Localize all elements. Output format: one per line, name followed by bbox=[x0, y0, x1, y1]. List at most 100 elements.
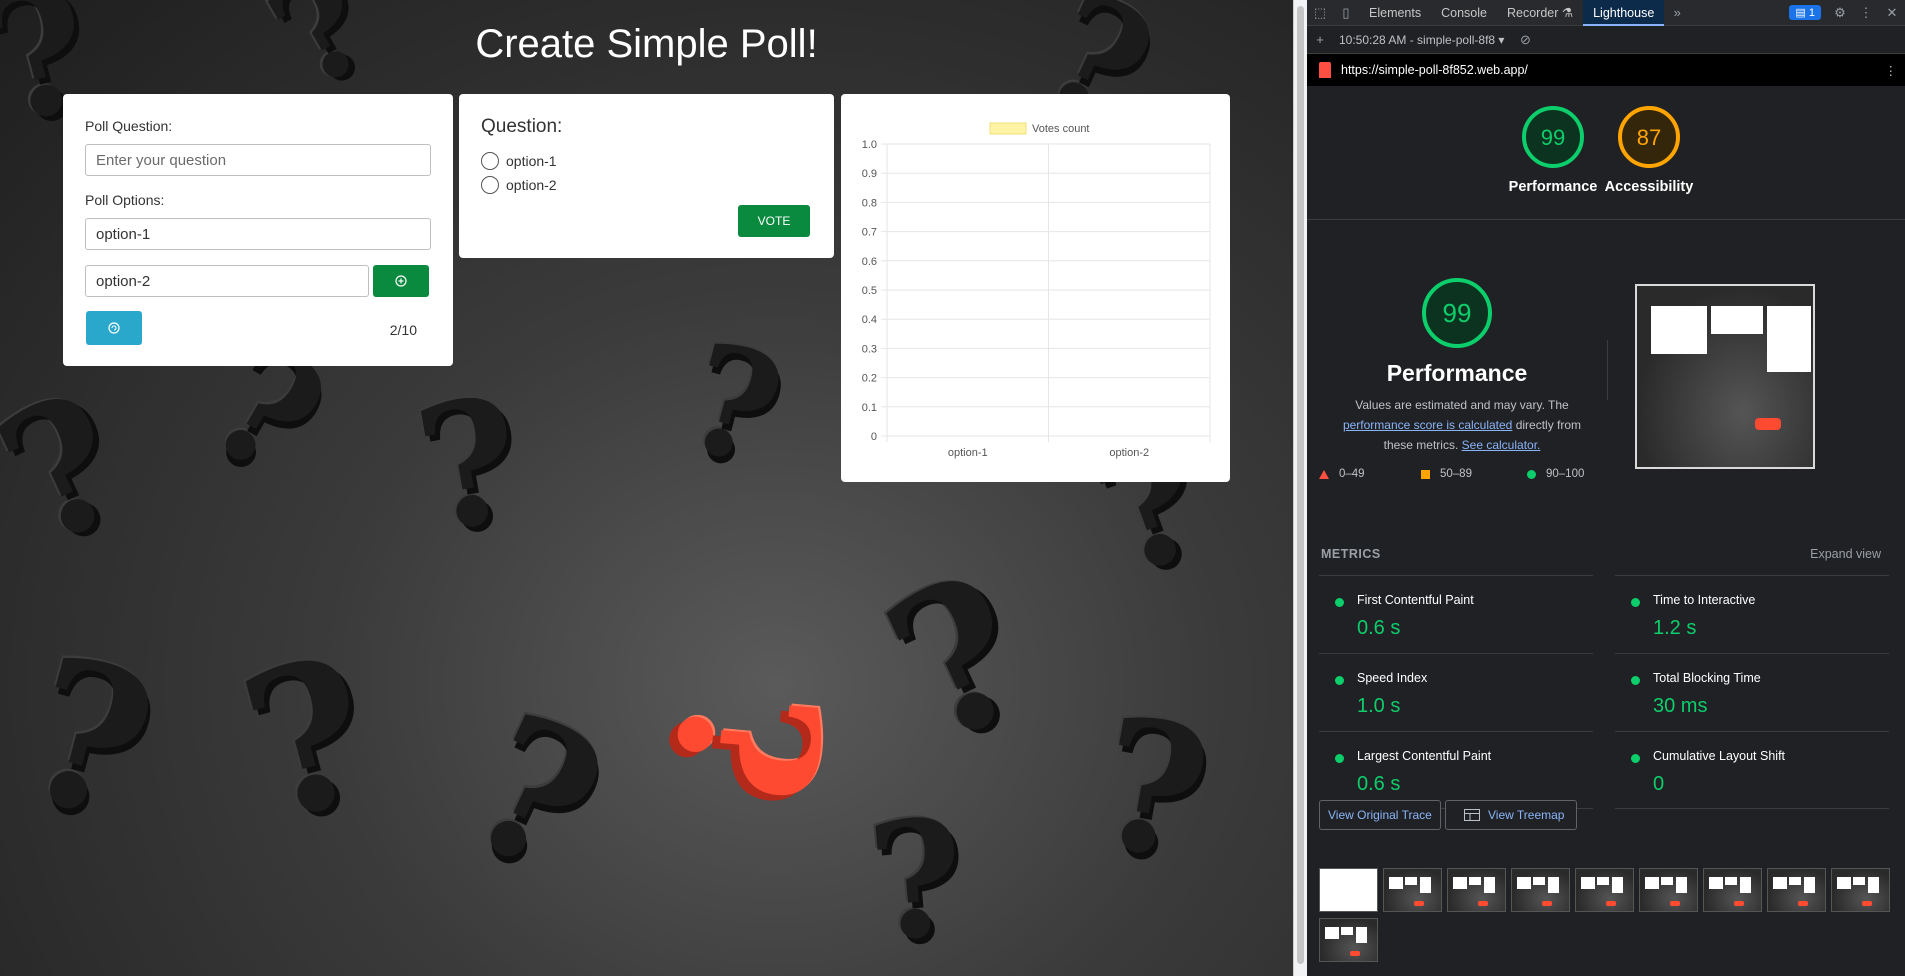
treemap-icon bbox=[1464, 809, 1480, 821]
metric-name: First Contentful Paint bbox=[1357, 593, 1474, 607]
reset-button[interactable] bbox=[86, 311, 142, 345]
gauge-ring: 99 bbox=[1522, 106, 1584, 168]
poll-option-input[interactable] bbox=[85, 218, 431, 250]
background-question-mark: ? bbox=[403, 357, 537, 573]
thumb-red-question-mark bbox=[1755, 418, 1781, 430]
add-option-button[interactable] bbox=[373, 265, 429, 297]
poll-form-card: Poll Question: Poll Options: 2/10 bbox=[63, 94, 453, 366]
lighthouse-report: 99 Performance 87 Accessibility 99 Perfo… bbox=[1307, 86, 1905, 976]
metric-value: 0 bbox=[1653, 773, 1665, 795]
pass-dot-icon bbox=[1631, 676, 1640, 685]
lighthouse-logo-icon bbox=[1319, 62, 1331, 78]
gauge-accessibility[interactable]: 87 Accessibility bbox=[1601, 104, 1697, 195]
performance-description: Values are estimated and may vary. The p… bbox=[1327, 395, 1597, 455]
metric-name: Cumulative Layout Shift bbox=[1653, 749, 1786, 763]
clear-all-icon[interactable]: ⊘ bbox=[1512, 27, 1538, 53]
y-tick-label: 1.0 bbox=[862, 139, 877, 151]
gauge-ring: 87 bbox=[1618, 106, 1680, 168]
tab-elements[interactable]: Elements bbox=[1359, 0, 1431, 26]
more-tabs-icon[interactable]: » bbox=[1664, 0, 1690, 26]
tab-console[interactable]: Console bbox=[1431, 0, 1497, 26]
poll-options-label: Poll Options: bbox=[85, 192, 165, 208]
gauge-score: 99 bbox=[1541, 125, 1565, 150]
vote-option[interactable]: option-2 bbox=[481, 176, 557, 194]
circle-icon bbox=[1527, 469, 1536, 479]
background-question-mark: ? bbox=[861, 782, 972, 976]
vote-option[interactable]: option-1 bbox=[481, 152, 557, 170]
red-question-mark: ? bbox=[630, 679, 863, 811]
x-tick-label: option-2 bbox=[1109, 447, 1149, 459]
tab-lighthouse[interactable]: Lighthouse bbox=[1583, 0, 1665, 26]
background-question-mark: ? bbox=[0, 351, 155, 588]
pass-dot-icon bbox=[1335, 676, 1344, 685]
tab-recorder[interactable]: Recorder ⚗ bbox=[1497, 0, 1583, 26]
metric-largest-contentful-paint: Largest Contentful Paint 0.6 s bbox=[1319, 731, 1593, 809]
metric-first-contentful-paint: First Contentful Paint 0.6 s bbox=[1319, 575, 1593, 653]
pass-dot-icon bbox=[1631, 598, 1640, 607]
scrollbar-thumb[interactable] bbox=[1297, 6, 1304, 964]
report-selector[interactable]: 10:50:28 AM - simple-poll-8f8 ▾ bbox=[1339, 33, 1504, 47]
metric-value: 1.2 s bbox=[1653, 617, 1697, 639]
background-question-mark: ? bbox=[855, 528, 1062, 791]
option-count: 2/10 bbox=[389, 322, 417, 338]
vote-card: Question: option-1 option-2 VOTE bbox=[459, 94, 834, 258]
url-kebab-menu-icon[interactable]: ⋮ bbox=[1885, 63, 1898, 78]
see-calculator-link[interactable]: See calculator. bbox=[1462, 438, 1541, 452]
poll-question-input[interactable] bbox=[85, 144, 431, 176]
background-question-mark: ? bbox=[438, 669, 634, 920]
page-scrollbar[interactable] bbox=[1293, 0, 1307, 976]
report-url-bar: https://simple-poll-8f852.web.app/ ⋮ bbox=[1307, 54, 1905, 86]
y-tick-label: 0.5 bbox=[862, 285, 877, 297]
thumb-card bbox=[1651, 306, 1707, 354]
page-title: Create Simple Poll! bbox=[475, 22, 818, 66]
y-tick-label: 0.6 bbox=[862, 256, 877, 268]
filmstrip-frame bbox=[1319, 868, 1378, 912]
y-tick-label: 0.2 bbox=[862, 373, 877, 385]
poll-question-label: Poll Question: bbox=[85, 118, 173, 134]
device-toolbar-icon[interactable]: ▯ bbox=[1333, 0, 1359, 26]
tab-recorder-label: Recorder bbox=[1506, 5, 1559, 20]
inspect-icon[interactable]: ⬚ bbox=[1307, 0, 1333, 26]
metric-total-blocking-time: Total Blocking Time 30 ms bbox=[1615, 653, 1889, 731]
poll-option-input[interactable] bbox=[85, 265, 369, 297]
legend-swatch bbox=[989, 122, 1027, 135]
kebab-menu-icon[interactable]: ⋮ bbox=[1853, 0, 1879, 26]
view-treemap-button[interactable]: View Treemap bbox=[1445, 800, 1578, 830]
metric-value: 1.0 s bbox=[1357, 695, 1401, 717]
gauge-performance[interactable]: 99 Performance bbox=[1505, 104, 1601, 195]
background-question-mark: ? bbox=[1082, 676, 1224, 903]
close-icon[interactable]: ✕ bbox=[1879, 0, 1905, 26]
y-tick-label: 0.4 bbox=[862, 314, 877, 326]
settings-gear-icon[interactable]: ⚙ bbox=[1827, 0, 1853, 26]
pass-dot-icon bbox=[1335, 754, 1344, 763]
radio-button[interactable] bbox=[481, 152, 499, 170]
score-calculated-link[interactable]: performance score is calculated bbox=[1343, 418, 1512, 432]
message-icon: ▤ bbox=[1795, 7, 1806, 19]
legend-pass: 90–100 bbox=[1527, 468, 1584, 480]
filmstrip-frame bbox=[1767, 868, 1826, 912]
vote-button[interactable]: VOTE bbox=[738, 205, 810, 237]
square-icon bbox=[1421, 469, 1430, 479]
metric-speed-index: Speed Index 1.0 s bbox=[1319, 653, 1593, 731]
new-report-plus-icon[interactable]: + bbox=[1307, 27, 1333, 53]
metric-name: Time to Interactive bbox=[1653, 593, 1756, 607]
report-url[interactable]: https://simple-poll-8f852.web.app/ bbox=[1341, 63, 1528, 77]
divider bbox=[1307, 219, 1905, 220]
votes-chart: Votes count 0 0.1 0.2 0.3 0.4 0.5 0.6 0.7 0.8 0.9 1… bbox=[862, 122, 1211, 459]
devtools-panel: ⬚ ▯ Elements Console Recorder ⚗ Lighthou… bbox=[1307, 0, 1905, 976]
expand-view-toggle[interactable]: Expand view bbox=[1810, 547, 1881, 561]
final-screenshot[interactable] bbox=[1635, 284, 1815, 469]
view-original-trace-button[interactable]: View Original Trace bbox=[1319, 800, 1441, 830]
filmstrip-frame bbox=[1319, 918, 1378, 962]
performance-score: 99 bbox=[1443, 298, 1472, 328]
issues-badge[interactable]: ▤ 1 bbox=[1789, 5, 1821, 20]
radio-button[interactable] bbox=[481, 176, 499, 194]
report-selector-label: 10:50:28 AM - simple-poll-8f8 bbox=[1339, 32, 1496, 47]
poll-app: ? ? ? ? ? ? ? ? ? ? ? ? ? ? ? ? Create S… bbox=[0, 0, 1293, 976]
pass-dot-icon bbox=[1631, 754, 1640, 763]
view-treemap-label: View Treemap bbox=[1488, 808, 1565, 822]
votes-chart-card: Votes count 0 0.1 0.2 0.3 0.4 0.5 0.6 0.7 0.8 0.9 1… bbox=[841, 94, 1230, 482]
filmstrip-frame bbox=[1383, 868, 1442, 912]
metric-name: Total Blocking Time bbox=[1653, 671, 1761, 685]
legend-range: 0–49 bbox=[1339, 468, 1365, 480]
